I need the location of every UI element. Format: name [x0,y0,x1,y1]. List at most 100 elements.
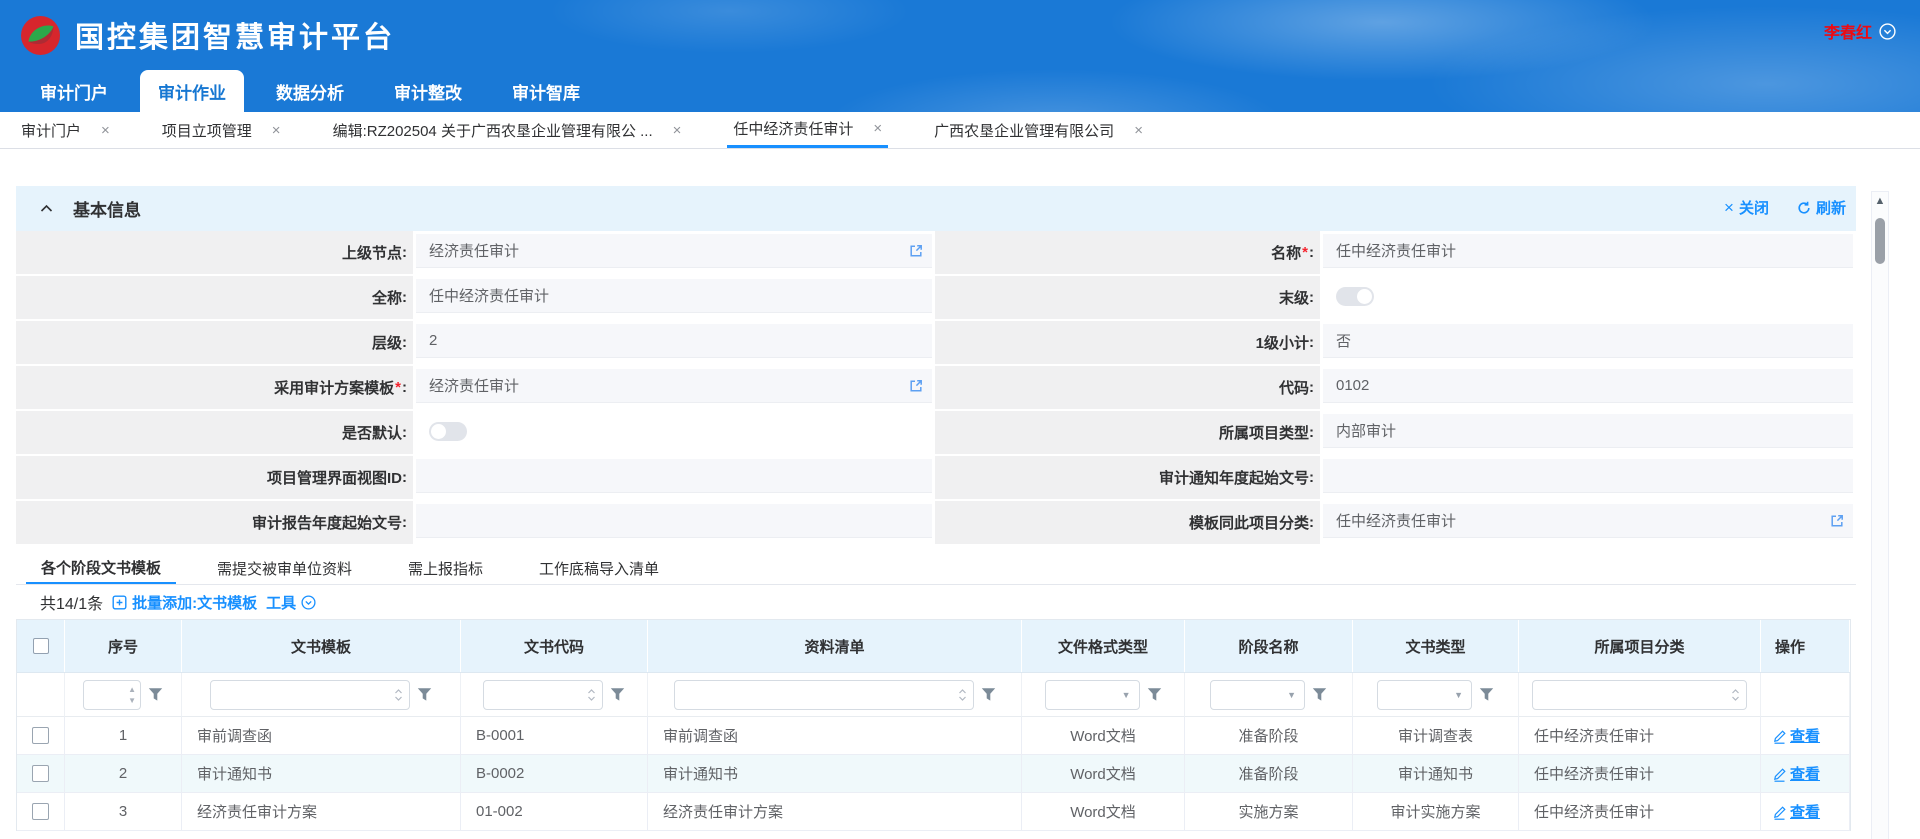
table-row[interactable]: 1 审前调查函 B-0001 审前调查函 Word文档 准备阶段 审计调查表 任… [17,717,1850,755]
edit-pencil-icon[interactable] [1773,766,1786,782]
field-is-default [413,411,935,456]
row-checkbox[interactable] [32,727,49,744]
edit-pencil-icon[interactable] [1773,804,1786,820]
table-row[interactable]: 2 审计通知书 B-0002 审计通知书 Word文档 准备阶段 审计通知书 任… [17,755,1850,793]
row-checkbox[interactable] [32,803,49,820]
tab-project-setup[interactable]: 项目立项管理 × [156,112,287,148]
user-name[interactable]: 李春红 [1824,19,1872,43]
col-header-doc-type: 文书类型 [1353,620,1519,672]
combo-chevrons-icon[interactable] [1731,688,1740,702]
field-name[interactable]: 任中经济责任审计 [1320,231,1856,276]
list-filter-combobox[interactable] [674,680,974,710]
field-label-project-type: 所属项目类型: [935,411,1320,456]
scrollbar-thumb[interactable] [1875,218,1885,264]
external-link-icon[interactable] [1829,513,1845,529]
filter-funnel-icon[interactable] [1479,687,1494,702]
category-filter-combobox[interactable] [1532,680,1747,710]
tab-audit-portal[interactable]: 审计门户 × [15,112,116,148]
field-label-level: 层级: [16,321,413,366]
table-row[interactable]: 3 经济责任审计方案 01-002 经济责任审计方案 Word文档 实施方案 审… [17,793,1850,831]
table-toolbar: 共14/1条 批量添加:文书模板 工具 [16,585,1856,619]
field-label-audit-plan-template: 采用审计方案模板*: [16,366,413,411]
field-level1-subtotal[interactable]: 否 [1320,321,1856,366]
field-audit-plan-template[interactable]: 经济责任审计 [413,366,935,411]
scroll-up-icon[interactable]: ▲ [1872,195,1888,207]
select-arrow-icon[interactable]: ▼ [1122,690,1131,700]
nav-item-audit-library[interactable]: 审计智库 [494,70,598,112]
refresh-page-button[interactable]: 刷新 [1797,197,1846,218]
select-all-checkbox[interactable] [33,638,49,654]
view-link[interactable]: 查看 [1790,725,1820,746]
field-parent-node[interactable]: 经济责任审计 [413,231,935,276]
filter-funnel-icon[interactable] [1312,687,1327,702]
select-arrow-icon[interactable]: ▼ [1454,690,1463,700]
col-header-list: 资料清单 [648,620,1022,672]
field-level[interactable]: 2 [413,321,935,366]
vertical-scrollbar[interactable]: ▲ ▼ [1871,191,1889,839]
nav-item-audit-rectify[interactable]: 审计整改 [376,70,480,112]
field-template-category[interactable]: 任中经济责任审计 [1320,501,1856,546]
detail-tab-workpaper-import[interactable]: 工作底稿导入清单 [524,552,674,584]
field-view-id[interactable] [413,456,935,501]
tab-close-icon[interactable]: × [873,120,882,137]
field-label-name: 名称*: [935,231,1320,276]
external-link-icon[interactable] [908,378,924,394]
view-link[interactable]: 查看 [1790,801,1820,822]
tab-close-icon[interactable]: × [673,122,682,139]
col-header-category: 所属项目分类 [1519,620,1761,672]
filter-funnel-icon[interactable] [1147,687,1162,702]
basic-info-title: 基本信息 [73,196,141,221]
spinner-up-icon[interactable]: ▲ [128,684,136,695]
field-code[interactable]: 0102 [1320,366,1856,411]
detail-tab-auditee-materials[interactable]: 需提交被审单位资料 [202,552,367,584]
filter-funnel-icon[interactable] [610,687,625,702]
filter-funnel-icon[interactable] [417,687,432,702]
format-filter-select[interactable]: ▼ [1045,680,1140,710]
field-notice-start-no[interactable] [1320,456,1856,501]
field-label-is-default: 是否默认: [16,411,413,456]
filter-funnel-icon[interactable] [981,687,996,702]
nav-item-audit-portal[interactable]: 审计门户 [22,70,126,112]
row-checkbox[interactable] [32,765,49,782]
collapse-chevron-up-icon[interactable] [40,204,53,213]
combo-chevrons-icon[interactable] [958,688,967,702]
tab-close-icon[interactable]: × [101,122,110,139]
batch-add-button[interactable]: 批量添加:文书模板 [112,592,257,613]
stage-filter-select[interactable]: ▼ [1210,680,1305,710]
close-page-button[interactable]: × 关闭 [1724,197,1769,218]
select-arrow-icon[interactable]: ▼ [1287,690,1296,700]
basic-info-header[interactable]: 基本信息 [16,186,1856,231]
field-project-type[interactable]: 内部审计 [1320,411,1856,456]
field-report-start-no[interactable] [413,501,935,546]
tab-midterm-audit[interactable]: 任中经济责任审计 × [727,112,888,148]
field-full-name[interactable]: 任中经济责任审计 [413,276,935,321]
detail-tab-report-indicators[interactable]: 需上报指标 [393,552,498,584]
filter-funnel-icon[interactable] [148,687,163,702]
tab-edit-rz202504[interactable]: 编辑:RZ202504 关于广西农垦企业管理有限公 ... × [327,112,688,148]
view-link[interactable]: 查看 [1790,763,1820,784]
main-content: × 关闭 刷新 ▲ ▼ 基本信息 上 [0,186,1920,839]
detail-tab-stage-doc-templates[interactable]: 各个阶段文书模板 [26,552,176,584]
nav-item-data-analysis[interactable]: 数据分析 [258,70,362,112]
doc-type-filter-select[interactable]: ▼ [1377,680,1472,710]
edit-pencil-icon[interactable] [1773,728,1786,744]
seq-filter-input[interactable]: ▲▼ [83,680,141,710]
tab-close-icon[interactable]: × [1134,122,1143,139]
nav-item-audit-work[interactable]: 审计作业 [140,70,244,112]
combo-chevrons-icon[interactable] [587,688,596,702]
template-filter-combobox[interactable] [210,680,410,710]
combo-chevrons-icon[interactable] [394,688,403,702]
user-chevron-down-icon[interactable] [1879,23,1896,40]
spinner-down-icon[interactable]: ▼ [128,695,136,706]
external-link-icon[interactable] [908,243,924,259]
field-label-template-category: 模板同此项目分类: [935,501,1320,546]
tab-close-icon[interactable]: × [272,122,281,139]
leaf-toggle[interactable] [1336,287,1374,306]
col-header-actions: 操作 [1761,620,1850,672]
record-count: 共14/1条 [40,590,103,614]
tools-dropdown-button[interactable]: 工具 [266,592,316,613]
user-menu[interactable]: 李春红 [1824,19,1896,43]
code-filter-combobox[interactable] [483,680,603,710]
default-toggle[interactable] [429,422,467,441]
tab-guangxi-company[interactable]: 广西农垦企业管理有限公司 × [928,112,1149,148]
